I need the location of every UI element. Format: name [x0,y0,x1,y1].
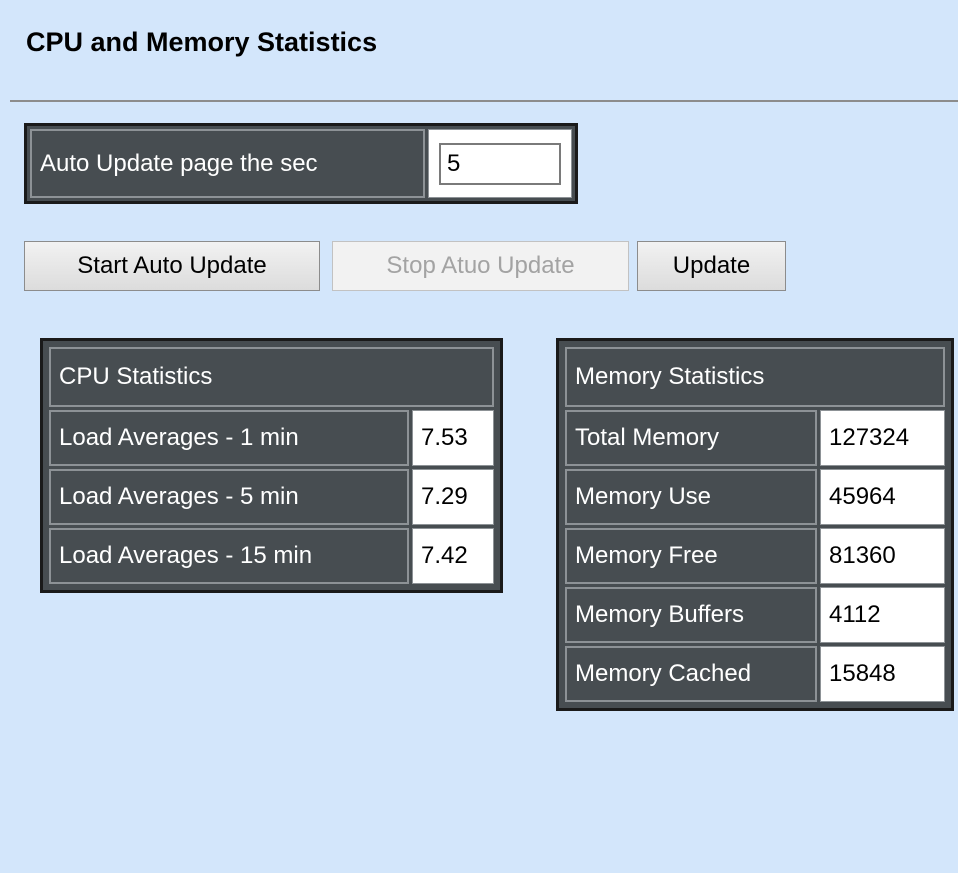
update-button[interactable]: Update [637,241,786,291]
stop-auto-update-button[interactable]: Stop Atuo Update [332,241,629,291]
memory-row-value: 15848 [820,646,945,702]
page-title: CPU and Memory Statistics [26,27,378,57]
cpu-row-label: Load Averages - 5 min [49,469,409,525]
cpu-row-label: Load Averages - 1 min [49,410,409,466]
cpu-row-label: Load Averages - 15 min [49,528,409,584]
memory-row-label: Memory Cached [565,646,817,702]
table-row: Load Averages - 5 min 7.29 [49,469,494,525]
start-auto-update-button[interactable]: Start Auto Update [24,241,320,291]
table-row: Memory Free 81360 [565,528,945,584]
memory-row-label: Memory Use [565,469,817,525]
table-row: Memory Buffers 4112 [565,587,945,643]
cpu-row-value: 7.29 [412,469,494,525]
cpu-statistics-table: CPU Statistics Load Averages - 1 min 7.5… [40,338,503,593]
table-row: Total Memory 127324 [565,410,945,466]
page: CPU and Memory Statistics Auto Update pa… [0,0,958,873]
memory-row-label: Memory Free [565,528,817,584]
memory-row-value: 127324 [820,410,945,466]
auto-update-label: Auto Update page the sec [30,129,425,198]
title-divider [10,100,958,102]
memory-statistics-header: Memory Statistics [565,347,945,407]
auto-update-cell [428,129,572,198]
table-row: Memory Use 45964 [565,469,945,525]
table-row: Load Averages - 15 min 7.42 [49,528,494,584]
memory-row-value: 45964 [820,469,945,525]
auto-update-panel: Auto Update page the sec [24,123,578,204]
memory-row-label: Memory Buffers [565,587,817,643]
memory-row-value: 81360 [820,528,945,584]
memory-statistics-table: Memory Statistics Total Memory 127324 Me… [556,338,954,711]
table-row: Memory Cached 15848 [565,646,945,702]
cpu-statistics-header-row: CPU Statistics [49,347,494,407]
memory-statistics-header-row: Memory Statistics [565,347,945,407]
memory-row-value: 4112 [820,587,945,643]
cpu-row-value: 7.42 [412,528,494,584]
table-row: Load Averages - 1 min 7.53 [49,410,494,466]
cpu-row-value: 7.53 [412,410,494,466]
memory-row-label: Total Memory [565,410,817,466]
auto-update-seconds-input[interactable] [439,142,561,185]
cpu-statistics-header: CPU Statistics [49,347,494,407]
